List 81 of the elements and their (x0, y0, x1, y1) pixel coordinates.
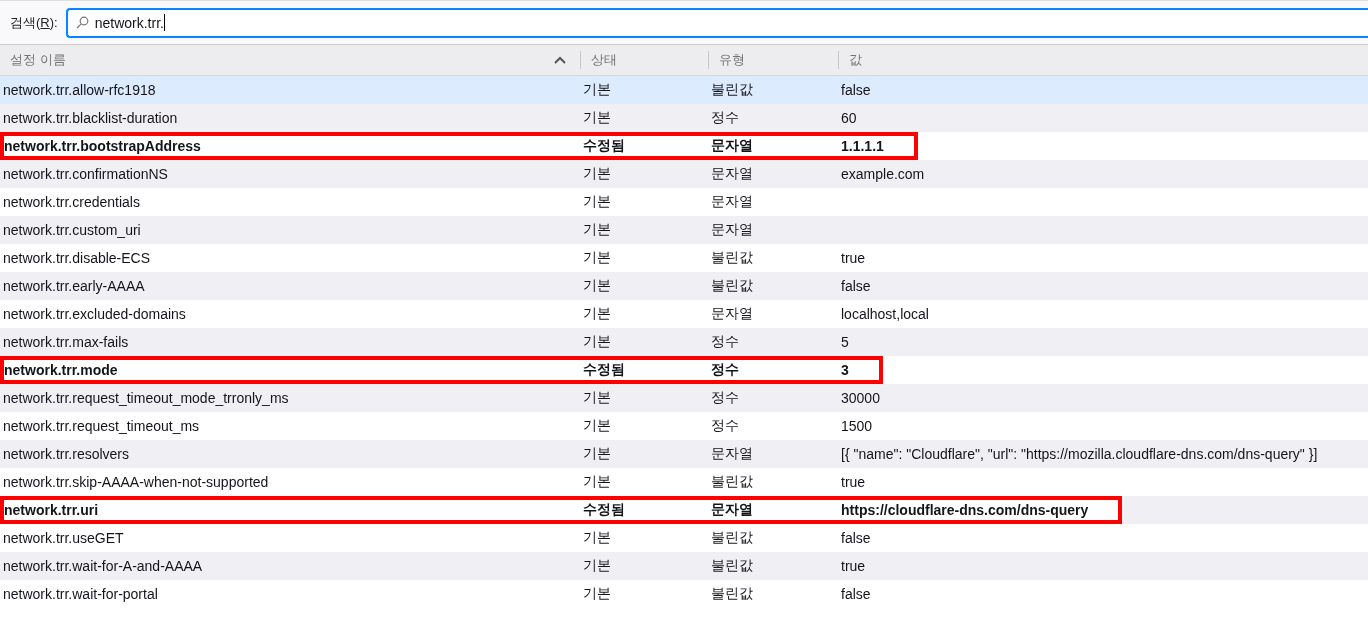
table-cell: network.trr.excluded-domains (3, 306, 186, 322)
table-cell: 문자열 (711, 221, 753, 237)
table-cell: 5 (841, 334, 849, 350)
table-cell: 수정됨 (583, 137, 625, 153)
table-cell: network.trr.credentials (3, 194, 140, 210)
table-cell: network.trr.request_timeout_mode_trronly_ms (3, 390, 289, 406)
table-cell: network.trr.custom_uri (3, 222, 141, 238)
table-cell: network.trr.request_timeout_ms (3, 418, 200, 434)
table-cell: true (841, 558, 866, 574)
table-cell: network.trr.allow-rfc1918 (3, 82, 156, 98)
column-header[interactable]: 설정 이름 (0, 45, 580, 75)
table-cell: 정수 (711, 361, 739, 377)
table-cell: network.trr.useGET (3, 530, 124, 546)
table-cell: false (841, 278, 871, 294)
table-cell: false (841, 530, 871, 546)
column-header[interactable]: 유형 (708, 51, 838, 69)
table-cell: 60 (841, 110, 857, 126)
table-cell: network.trr.skip-AAAA-when-not-supported (3, 474, 269, 490)
table-cell: network.trr.blacklist-duration (3, 110, 178, 126)
table-cell: 1.1.1.1 (841, 138, 884, 154)
table-cell: network.trr.uri (4, 502, 99, 518)
table-cell: 기본 (583, 473, 611, 489)
table-cell: 기본 (583, 165, 611, 181)
table-cell: network.trr.early-AAAA (3, 278, 145, 294)
table-cell: 불린값 (711, 557, 753, 573)
table-cell: 문자열 (711, 305, 753, 321)
table-cell: false (841, 586, 871, 602)
table-cell: 기본 (583, 193, 611, 209)
table-cell: 정수 (711, 109, 739, 125)
table-cell: 문자열 (711, 445, 753, 461)
table-cell: 불린값 (711, 585, 753, 601)
search-field[interactable]: network.trr. (65, 7, 1368, 38)
table-cell: network.trr.resolvers (3, 446, 130, 462)
table-cell: 정수 (711, 417, 739, 433)
table-cell: 수정됨 (583, 361, 625, 377)
table-cell: false (841, 82, 871, 98)
column-header[interactable]: 상태 (580, 51, 708, 69)
table-cell: 기본 (583, 445, 611, 461)
table-cell: example.com (841, 166, 925, 182)
table-cell: localhost,local (841, 306, 929, 322)
table-cell: https://cloudflare-dns.com/dns-query (841, 502, 1089, 518)
table-cell: 정수 (711, 389, 739, 405)
table-cell: 기본 (583, 221, 611, 237)
table-cell: true (841, 250, 866, 266)
table-cell: 기본 (583, 81, 611, 97)
table-cell: 정수 (711, 333, 739, 349)
table-cell: network.trr.confirmationNS (3, 166, 168, 182)
table-cell: network.trr.disable-ECS (3, 250, 151, 266)
table-cell: 30000 (841, 390, 880, 406)
column-header[interactable]: 값 (838, 51, 1368, 69)
table-cell: 문자열 (711, 193, 753, 209)
table-cell: 수정됨 (583, 501, 625, 517)
table-cell: 기본 (583, 277, 611, 293)
table-cell: 기본 (583, 585, 611, 601)
table-cell: 기본 (583, 557, 611, 573)
table-cell: network.trr.wait-for-portal (3, 586, 158, 602)
table-cell: 기본 (583, 109, 611, 125)
table-cell: network.trr.wait-for-A-and-AAAA (3, 558, 203, 574)
search-icon (75, 16, 89, 29)
table-cell: network.trr.max-fails (3, 334, 129, 350)
table-cell: network.trr.mode (4, 362, 118, 378)
table-cell: 기본 (583, 305, 611, 321)
table-cell: 기본 (583, 417, 611, 433)
table-cell: 문자열 (711, 501, 753, 517)
table-cell: network.trr.bootstrapAddress (4, 138, 201, 154)
table-cell: true (841, 474, 866, 490)
table-cell: [{ "name": "Cloudflare", "url": "https://mozilla.cloudflare-dns.com/dns-query" }] (841, 446, 1318, 462)
table-cell: 불린값 (711, 473, 753, 489)
table-cell: 기본 (583, 333, 611, 349)
table-cell: 기본 (583, 249, 611, 265)
search-label: 검색(R): (10, 13, 58, 32)
table-cell: 기본 (583, 389, 611, 405)
table-cell: 3 (841, 362, 849, 378)
table-cell: 문자열 (711, 165, 753, 181)
table-cell: 1500 (841, 418, 873, 434)
table-cell: 불린값 (711, 81, 753, 97)
table-cell: 불린값 (711, 249, 753, 265)
table-cell: 기본 (583, 529, 611, 545)
table-cell: 문자열 (711, 137, 753, 153)
table-cell: 불린값 (711, 277, 753, 293)
table-cell: 불린값 (711, 529, 753, 545)
